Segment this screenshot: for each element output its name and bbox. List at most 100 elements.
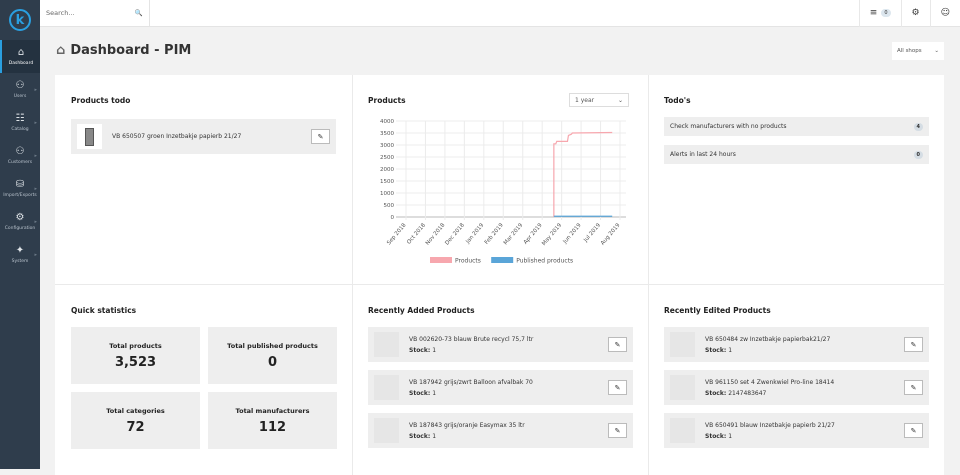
stat-label: Total categories xyxy=(106,406,165,415)
edit-icon: ✎ xyxy=(614,426,621,435)
edit-icon: ✎ xyxy=(910,426,917,435)
y-tick-label: 3500 xyxy=(380,131,394,137)
list-item: VB 650491 blauw Inzetbakje papierb 21/27… xyxy=(664,413,929,448)
stat-value: 112 xyxy=(258,419,287,435)
search-icon[interactable]: 🔍 xyxy=(135,9,143,17)
list-item: VB 650507 groen Inzetbakje papierb 21/27… xyxy=(71,119,336,154)
list-item: VB 187843 grijs/oranje Easymax 35 ltr Sto… xyxy=(368,413,633,448)
stat-tile: Total manufacturers 112 xyxy=(208,392,337,449)
sidebar-item-system[interactable]: ✦ System ▸ xyxy=(0,238,40,271)
list-item: VB 650484 zw Inzetbakje papierbak21/27 St… xyxy=(664,327,929,362)
list-item: VB 002620-73 blauw Brute recycl 75,7 ltr… xyxy=(368,327,633,362)
stock-value: 1 xyxy=(728,432,733,440)
stat-label: Total published products xyxy=(227,341,318,350)
edit-button[interactable]: ✎ xyxy=(608,337,627,352)
recently-added-card: Recently Added Products VB 002620-73 bla… xyxy=(352,285,648,472)
chevron-right-icon: ▸ xyxy=(34,186,37,192)
edit-icon: ✎ xyxy=(614,383,621,392)
search-placeholder: Search... xyxy=(46,9,75,17)
edit-button[interactable]: ✎ xyxy=(608,380,627,395)
todo-item[interactable]: Check manufacturers with no products 4 xyxy=(664,117,929,136)
shop-select[interactable]: All shops ⌄ xyxy=(892,42,944,60)
stat-label: Total products xyxy=(109,341,162,350)
users-icon: ⚇ xyxy=(15,146,25,157)
stock-value: 1 xyxy=(432,389,437,397)
sidebar-item-catalog[interactable]: ☷ Catalog ▸ xyxy=(0,106,40,139)
stock-label: Stock: xyxy=(705,346,727,354)
list-item: VB 187942 grijs/zwrt Balloon afvalbak 70… xyxy=(368,370,633,405)
page-title-text: Dashboard - PIM xyxy=(70,43,192,58)
chevron-right-icon: ▸ xyxy=(34,87,37,93)
sitemap-icon: ☷ xyxy=(15,113,25,124)
edit-button[interactable]: ✎ xyxy=(904,380,923,395)
stock-label: Stock: xyxy=(409,346,431,354)
shop-select-value: All shops xyxy=(897,48,922,54)
sidebar-item-customers[interactable]: ⚇ Customers ▸ xyxy=(0,139,40,172)
todo-count-badge: 4 xyxy=(913,122,923,131)
product-thumbnail xyxy=(77,124,102,149)
topbar: Search... 🔍 ≡ 0 ⚙ ☺ xyxy=(40,0,960,27)
dashboard-panel: Products todo VB 650507 groen Inzetbakje… xyxy=(55,75,944,475)
y-tick-label: 4000 xyxy=(380,119,394,125)
y-tick-label: 0 xyxy=(391,215,395,221)
sidebar-item-label: System xyxy=(11,259,29,264)
product-thumbnail xyxy=(670,332,695,357)
x-tick-label: Sep 2018 xyxy=(386,222,408,246)
card-title: Recently Added Products xyxy=(368,306,475,315)
product-name: VB 650484 zw Inzetbakje papierbak21/27 xyxy=(705,335,831,343)
y-tick-label: 3000 xyxy=(380,143,394,149)
tasks-count-badge: 0 xyxy=(881,9,891,17)
product-thumbnail xyxy=(374,375,399,400)
database-icon: ⛁ xyxy=(15,179,25,190)
stat-tile: Total products 3,523 xyxy=(71,327,200,384)
sidebar-item-label: Users xyxy=(13,94,27,99)
settings-button[interactable]: ⚙ xyxy=(900,0,930,27)
card-title: Recently Edited Products xyxy=(664,306,771,315)
page-title: ⌂ Dashboard - PIM xyxy=(56,43,191,58)
y-tick-label: 1500 xyxy=(380,179,394,185)
edit-button[interactable]: ✎ xyxy=(311,129,330,144)
stock-label: Stock: xyxy=(409,432,431,440)
stat-value: 0 xyxy=(267,354,278,370)
product-name: VB 002620-73 blauw Brute recycl 75,7 ltr xyxy=(409,335,534,343)
product-name: VB 650507 groen Inzetbakje papierb 21/27 xyxy=(112,133,242,140)
legend-label[interactable]: Published products xyxy=(516,258,573,265)
logo[interactable]: k xyxy=(0,0,40,40)
stock-value: 1 xyxy=(432,346,437,354)
product-thumbnail xyxy=(670,375,695,400)
stock-value: 1 xyxy=(432,432,437,440)
x-tick-label: May 2019 xyxy=(541,222,563,247)
chevron-right-icon: ▸ xyxy=(34,153,37,159)
chevron-right-icon: ▸ xyxy=(34,120,37,126)
edit-button[interactable]: ✎ xyxy=(608,423,627,438)
gear-icon: ⚙ xyxy=(911,8,920,18)
stock-value: 2147483647 xyxy=(728,389,767,397)
sidebar-item-import-exports[interactable]: ⛁ Import/Exports ▸ xyxy=(0,172,40,205)
todo-item[interactable]: Alerts in last 24 hours 0 xyxy=(664,145,929,164)
tasks-button[interactable]: ≡ 0 xyxy=(858,0,901,27)
search-input[interactable]: Search... 🔍 xyxy=(40,0,150,27)
sidebar-item-configuration[interactable]: ⚙ Configuration ▸ xyxy=(0,205,40,238)
x-tick-label: Mar 2019 xyxy=(503,222,525,246)
edit-button[interactable]: ✎ xyxy=(904,337,923,352)
products-chart-card: Products 1 year ⌄ 0 500 1000 1500 2000 2500 300… xyxy=(352,75,648,284)
edit-button[interactable]: ✎ xyxy=(904,423,923,438)
sidebar-item-users[interactable]: ⚇ Users ▸ xyxy=(0,73,40,106)
stat-value: 72 xyxy=(126,419,145,435)
y-tick-label: 1000 xyxy=(380,191,394,197)
todo-label: Check manufacturers with no products xyxy=(670,123,787,130)
x-tick-label: Jun 2019 xyxy=(562,222,583,246)
user-button[interactable]: ☺ xyxy=(929,0,960,27)
legend-label[interactable]: Products xyxy=(455,258,481,265)
x-tick-label: Aug 2019 xyxy=(600,222,622,247)
edit-icon: ✎ xyxy=(910,340,917,349)
magic-icon: ✦ xyxy=(15,245,25,256)
product-name: VB 187942 grijs/zwrt Balloon afvalbak 70 xyxy=(409,378,533,386)
home-icon: ⌂ xyxy=(56,43,66,58)
sidebar-item-dashboard[interactable]: ⌂ Dashboard xyxy=(0,40,40,73)
recently-edited-card: Recently Edited Products VB 650484 zw In… xyxy=(648,285,944,472)
stock-label: Stock: xyxy=(409,389,431,397)
product-name: VB 187843 grijs/oranje Easymax 35 ltr xyxy=(409,421,525,429)
stat-label: Total manufacturers xyxy=(235,406,310,415)
stat-tile: Total categories 72 xyxy=(71,392,200,449)
